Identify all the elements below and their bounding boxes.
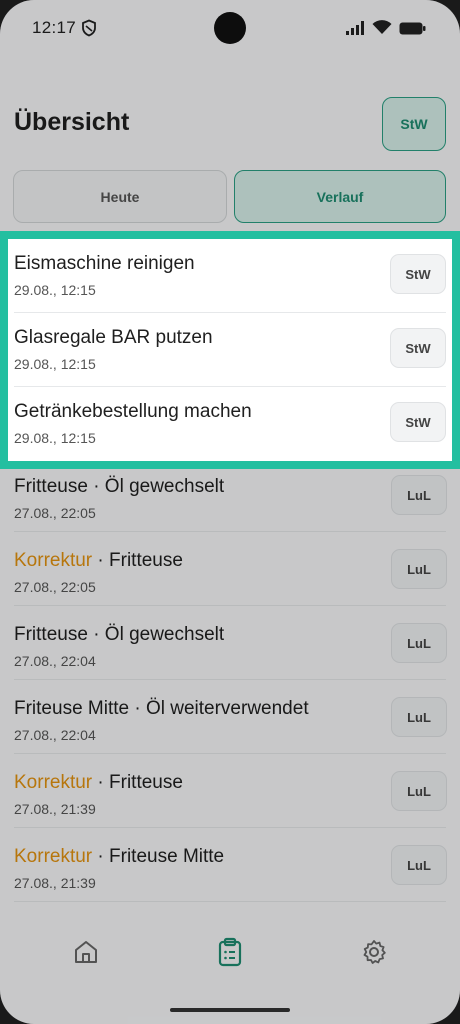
correction-label: Korrektur — [14, 772, 93, 793]
home-indicator[interactable] — [170, 1008, 290, 1012]
item-time: 29.08., 12:15 — [14, 356, 96, 372]
item-time: 27.08., 22:05 — [14, 579, 96, 595]
divider — [14, 901, 446, 902]
wifi-icon — [372, 20, 392, 34]
list-item[interactable]: Korrektur · Fritteuse 27.08., 22:05 LuL — [0, 532, 460, 606]
list-item[interactable]: Friteuse Mitte · Öl weiterverwendet 27.0… — [0, 680, 460, 754]
item-time: 27.08., 22:04 — [14, 727, 96, 743]
list-item[interactable]: Fritteuse · Öl gewechselt 27.08., 22:04 … — [0, 606, 460, 680]
item-title: Fritteuse · Öl gewechselt — [14, 476, 224, 498]
item-title: Korrektur · Fritteuse — [14, 550, 183, 572]
list-item[interactable]: Korrektur · Friteuse Mitte 27.08., 21:39… — [0, 828, 460, 902]
user-badge[interactable]: LuL — [391, 475, 447, 515]
shield-icon — [82, 19, 96, 37]
item-title: Friteuse Mitte · Öl weiterverwendet — [14, 698, 309, 720]
highlighted-items: Eismaschine reinigen 29.08., 12:15 StW G… — [8, 239, 452, 461]
item-title-text: · Fritteuse — [92, 772, 183, 793]
user-badge[interactable]: StW — [390, 328, 446, 368]
highlight-frame: Eismaschine reinigen 29.08., 12:15 StW G… — [0, 231, 460, 469]
item-time: 29.08., 12:15 — [14, 282, 96, 298]
bottom-navigation — [0, 905, 460, 1000]
item-time: 27.08., 21:39 — [14, 875, 96, 891]
nav-settings[interactable] — [357, 935, 391, 969]
page-title: Übersicht — [14, 108, 130, 136]
item-time: 27.08., 22:04 — [14, 653, 96, 669]
user-badge[interactable]: StW — [390, 254, 446, 294]
phone-screen: 12:17 Übersicht StW Heute Verlauf Fritte… — [0, 0, 460, 1024]
correction-label: Korrektur — [14, 550, 93, 571]
user-badge[interactable]: LuL — [391, 697, 447, 737]
item-title-text: Fritteuse · Öl gewechselt — [14, 476, 225, 497]
item-title: Korrektur · Fritteuse — [14, 772, 183, 794]
home-icon — [75, 941, 97, 963]
user-badge[interactable]: LuL — [391, 623, 447, 663]
item-time: 27.08., 22:05 — [14, 505, 96, 521]
user-badge[interactable]: StW — [390, 402, 446, 442]
item-title: Fritteuse · Öl gewechselt — [14, 624, 224, 646]
signal-icon — [346, 21, 364, 35]
correction-label: Korrektur — [14, 846, 93, 867]
item-title-text: · Fritteuse — [92, 550, 183, 571]
item-title-text: · Friteuse Mitte — [92, 846, 225, 867]
history-list: Fritteuse · Öl gewechselt 27.08., 22:05 … — [0, 458, 460, 902]
status-time: 12:17 — [32, 18, 77, 37]
camera-cutout — [214, 12, 246, 44]
item-title: Korrektur · Friteuse Mitte — [14, 846, 224, 868]
tab-heute[interactable]: Heute — [13, 170, 227, 223]
list-item[interactable]: Fritteuse · Öl gewechselt 27.08., 22:05 … — [0, 458, 460, 532]
clipboard-icon — [218, 937, 242, 967]
user-badge[interactable]: LuL — [391, 549, 447, 589]
battery-icon — [399, 22, 426, 35]
user-badge[interactable]: LuL — [391, 845, 447, 885]
list-item[interactable]: Korrektur · Fritteuse 27.08., 21:39 LuL — [0, 754, 460, 828]
item-title-text: Fritteuse · Öl gewechselt — [14, 624, 225, 645]
item-title: Glasregale BAR putzen — [14, 327, 213, 348]
list-item-highlighted[interactable]: Glasregale BAR putzen 29.08., 12:15 StW — [8, 313, 452, 387]
item-title: Getränkebestellung machen — [14, 401, 252, 422]
tab-verlauf[interactable]: Verlauf — [234, 170, 446, 223]
item-title: Eismaschine reinigen — [14, 253, 195, 274]
item-time: 29.08., 12:15 — [14, 430, 96, 446]
list-item-highlighted[interactable]: Eismaschine reinigen 29.08., 12:15 StW — [8, 239, 452, 313]
user-badge[interactable]: LuL — [391, 771, 447, 811]
status-bar: 12:17 — [0, 0, 460, 56]
user-badge-button[interactable]: StW — [382, 97, 446, 151]
list-item-highlighted[interactable]: Getränkebestellung machen 29.08., 12:15 … — [8, 387, 452, 461]
settings-icon — [363, 940, 386, 964]
nav-home[interactable] — [69, 935, 103, 969]
nav-history[interactable] — [213, 935, 247, 969]
item-time: 27.08., 21:39 — [14, 801, 96, 817]
item-title-text: Friteuse Mitte · Öl weiterverwendet — [14, 698, 309, 719]
